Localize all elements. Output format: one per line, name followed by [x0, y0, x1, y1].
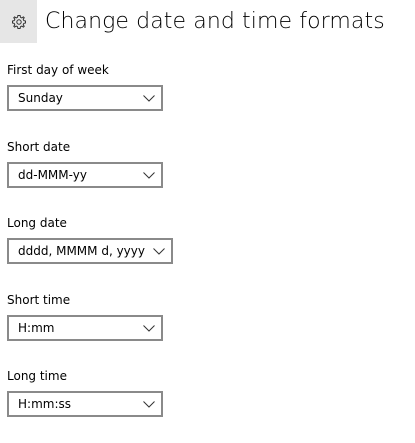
chevron-down-icon	[143, 171, 155, 179]
short-time-setting: Short time H:mm	[7, 293, 163, 341]
long-date-dropdown[interactable]: dddd, MMMM d, yyyy	[7, 238, 173, 264]
first-day-of-week-dropdown[interactable]: Sunday	[7, 85, 163, 111]
page-header: Change date and time formats	[0, 0, 385, 43]
short-date-setting: Short date dd-MMM-yy	[7, 140, 163, 188]
short-time-dropdown[interactable]: H:mm	[7, 315, 163, 341]
chevron-down-icon	[153, 247, 165, 255]
long-time-label: Long time	[7, 369, 67, 383]
long-time-setting: Long time H:mm:ss	[7, 369, 163, 417]
long-time-dropdown[interactable]: H:mm:ss	[7, 391, 163, 417]
first-day-of-week-value: Sunday	[18, 91, 63, 105]
first-day-of-week-setting: First day of week Sunday	[7, 63, 163, 111]
short-date-dropdown[interactable]: dd-MMM-yy	[7, 162, 163, 188]
long-date-value: dddd, MMMM d, yyyy	[18, 244, 145, 258]
short-time-value: H:mm	[18, 321, 55, 335]
long-date-label: Long date	[7, 216, 67, 230]
chevron-down-icon	[143, 94, 155, 102]
page-title: Change date and time formats	[45, 9, 385, 34]
long-date-setting: Long date dddd, MMMM d, yyyy	[7, 216, 173, 264]
first-day-of-week-label: First day of week	[7, 63, 109, 77]
long-time-value: H:mm:ss	[18, 397, 71, 411]
short-date-label: Short date	[7, 140, 71, 154]
gear-icon-graphic	[11, 14, 26, 29]
gear-icon[interactable]	[0, 0, 37, 43]
chevron-down-icon	[143, 324, 155, 332]
short-time-label: Short time	[7, 293, 71, 307]
short-date-value: dd-MMM-yy	[18, 168, 87, 182]
chevron-down-icon	[143, 400, 155, 408]
